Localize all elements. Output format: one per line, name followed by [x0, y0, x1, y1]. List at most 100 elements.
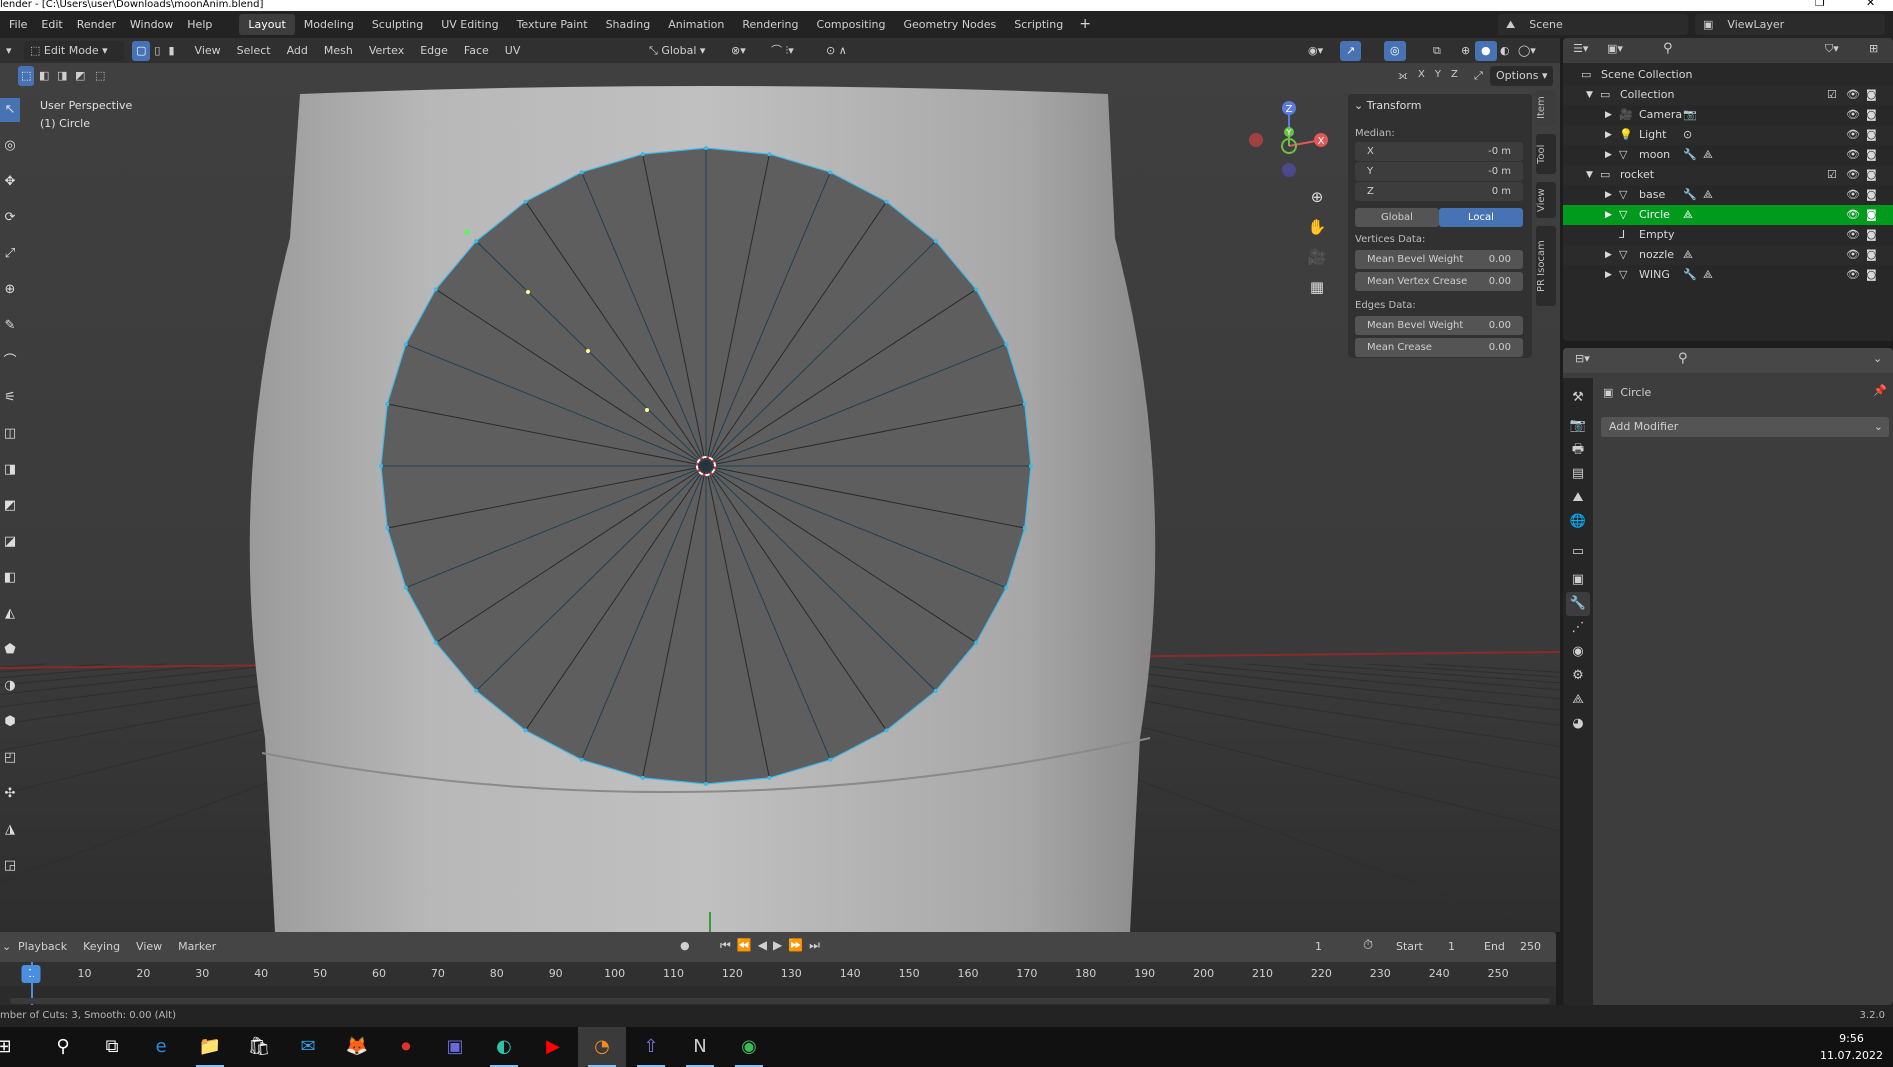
timeline-menu-marker[interactable]: Marker [178, 940, 216, 953]
tab-scripting[interactable]: Scripting [1005, 14, 1072, 35]
timeline-menu-keying[interactable]: Keying [83, 940, 120, 953]
mesh-data-icon[interactable]: ⟁ [1703, 145, 1713, 165]
tool-icon-6[interactable]: ✎ [0, 314, 20, 338]
menu-render[interactable]: Render [70, 11, 123, 38]
wireframe-shading-icon[interactable]: ⊕ [1455, 41, 1476, 61]
mesh-data-icon[interactable]: ⟁ [1683, 245, 1693, 265]
taskbar-start-icon[interactable]: ⊞ [0, 1027, 28, 1067]
outliner-row-rocket[interactable]: ▼ ▭ rocket ☑ 👁 ◙ [1563, 165, 1893, 185]
gizmo-z-label[interactable]: Z [1286, 104, 1293, 115]
properties-tab-material-icon[interactable]: ◕ [1566, 712, 1590, 736]
select-box-icon[interactable]: ⬚ [18, 66, 35, 86]
taskbar-file-explorer-icon[interactable]: 📁 [186, 1027, 234, 1067]
menu-file[interactable]: File [2, 11, 34, 38]
taskbar-recorder-icon[interactable]: ⏺ [382, 1027, 430, 1067]
render-camera-icon[interactable]: ◙ [1866, 85, 1877, 105]
tab-modeling[interactable]: Modeling [295, 14, 363, 35]
properties-tab-modifier-icon[interactable]: 🔧 [1566, 592, 1590, 616]
mirror-icon[interactable]: ⟗ [1392, 66, 1414, 86]
properties-tab-view-layer-icon[interactable]: ▤ [1566, 462, 1590, 486]
tool-icon-13[interactable]: ◧ [0, 566, 20, 590]
timeline-menu-view[interactable]: View [136, 940, 162, 953]
restore-icon[interactable]: ❐ [1815, 0, 1825, 8]
view-layer-icon[interactable]: ▣▾ [1607, 42, 1623, 55]
median-z-field[interactable]: Z 0 m [1355, 182, 1523, 201]
outliner-row-wing[interactable]: ▶ ▽ WING 🔧 ⟁ 👁 ◙ [1563, 265, 1893, 285]
properties-tab-world-icon[interactable]: 🌐 [1566, 510, 1590, 534]
view-layer-selector[interactable]: ▣ ViewLayer [1695, 14, 1885, 35]
wrench-icon[interactable]: 🔧 [1683, 265, 1697, 285]
orientation-selector[interactable]: ⤡ Global ▾ [643, 41, 711, 61]
sidebar-tab-item[interactable]: Item [1536, 90, 1556, 126]
taskbar-store-icon[interactable]: 🛍 [235, 1027, 283, 1067]
menu-help[interactable]: Help [180, 11, 219, 38]
tool-icon-4[interactable]: ⤢ [0, 242, 20, 266]
mirror-axis-y[interactable]: Y [1435, 69, 1441, 80]
snap-icon[interactable]: ⌒ ⫶▾ [765, 41, 800, 61]
eye-icon[interactable]: 👁 [1846, 265, 1860, 285]
filter-icon[interactable]: ⛉▾ [1825, 42, 1839, 56]
properties-tab-object-icon[interactable]: ▣ [1566, 568, 1590, 592]
expand-arrow-icon[interactable]: ▶ [1605, 185, 1612, 205]
global-button[interactable]: Global [1355, 208, 1439, 227]
render-camera-icon[interactable]: ◙ [1866, 185, 1877, 205]
options-dropdown[interactable]: Options ▾ [1490, 66, 1554, 86]
add-workspace-button[interactable]: + [1072, 11, 1098, 38]
eye-icon[interactable]: 👁 [1846, 205, 1860, 225]
render-camera-icon[interactable]: ◙ [1866, 165, 1877, 185]
menu-edge[interactable]: Edge [412, 41, 456, 61]
sidebar-tab-pr-isocam[interactable]: PR Isocam [1536, 226, 1556, 306]
tab-geometry-nodes[interactable]: Geometry Nodes [894, 14, 1005, 35]
tool-icon-7[interactable]: ⌒ [0, 350, 20, 374]
properties-tab-tool-icon[interactable]: ⚒ [1566, 386, 1590, 410]
select-invert-icon[interactable]: ◩ [72, 66, 88, 86]
tool-icon-2[interactable]: ✥ [0, 170, 20, 194]
mesh-data-icon[interactable]: ⟁ [1703, 265, 1713, 285]
menu-select[interactable]: Select [229, 41, 279, 61]
eye-icon[interactable]: 👁 [1846, 105, 1860, 125]
outliner-row-moon[interactable]: ▶ ▽ moon 🔧 ⟁ 👁 ◙ [1563, 145, 1893, 165]
taskbar-edge-icon[interactable]: ◐ [480, 1027, 528, 1067]
expand-arrow-icon[interactable]: ▶ [1605, 245, 1612, 265]
tool-icon-14[interactable]: ◭ [0, 602, 20, 626]
menu-window[interactable]: Window [123, 11, 180, 38]
taskbar-mail-icon[interactable]: ✉ [284, 1027, 332, 1067]
taskbar-notion-icon[interactable]: N [676, 1027, 724, 1067]
wrench-icon[interactable]: 🔧 [1683, 185, 1697, 205]
tool-icon-20[interactable]: ◮ [0, 818, 20, 842]
tool-icon-19[interactable]: ✣ [0, 782, 20, 806]
properties-tab-particles-icon[interactable]: ⋰ [1566, 616, 1590, 640]
xray-icon[interactable]: ⧉ [1427, 41, 1447, 61]
pan-hand-icon[interactable]: ✋ [1304, 212, 1330, 242]
stopwatch-icon[interactable]: ⏱ [1363, 938, 1373, 953]
tool-icon-0[interactable]: ↖ [0, 98, 20, 122]
start-frame-field[interactable]: 1 [1448, 940, 1455, 953]
properties-tab-physics-icon[interactable]: ◉ [1566, 640, 1590, 664]
rendered-shading-icon[interactable]: ◯▾ [1512, 41, 1542, 61]
transform-section-header[interactable]: ⌄ Transform [1354, 99, 1421, 112]
tool-icon-8[interactable]: ⚟ [0, 386, 20, 410]
render-camera-icon[interactable]: ◙ [1866, 105, 1877, 125]
properties-tab-data-icon[interactable]: ⟁ [1566, 688, 1590, 712]
tool-icon-16[interactable]: ◑ [0, 674, 20, 698]
checkbox-icon[interactable]: ☑ [1827, 85, 1837, 105]
render-camera-icon[interactable]: ◙ [1866, 125, 1877, 145]
eye-icon[interactable]: 👁 [1846, 145, 1860, 165]
gizmo-x-label[interactable]: X [1318, 136, 1325, 147]
sidebar-tab-view[interactable]: View [1536, 182, 1556, 218]
expand-arrow-icon[interactable]: ▶ [1605, 205, 1612, 225]
properties-tab-constraints-icon[interactable]: ⚙ [1566, 664, 1590, 688]
expand-arrow-icon[interactable]: ▶ [1605, 125, 1612, 145]
pin-icon[interactable]: 📌 [1873, 384, 1887, 397]
timeline-ruler[interactable]: 1102030405060708090100110120130140150160… [0, 962, 1556, 986]
properties-tab-output-icon[interactable]: 🖶 [1566, 438, 1590, 462]
mesh-data-icon[interactable]: ⟁ [1703, 185, 1713, 205]
camera-data-icon[interactable]: 📷 [1683, 105, 1697, 125]
median-x-field[interactable]: X -0 m [1355, 142, 1523, 161]
outliner-row-collection[interactable]: ▼ ▭ Collection ☑ 👁 ◙ [1563, 85, 1893, 105]
search-icon[interactable]: ⚲ [1663, 41, 1673, 56]
eye-icon[interactable]: 👁 [1846, 125, 1860, 145]
vertex-select-button[interactable]: ▢ [132, 40, 151, 61]
vertex-mean-vertex-crease-field[interactable]: Mean Vertex Crease 0.00 [1355, 272, 1523, 291]
light-data-icon[interactable]: ⊙ [1683, 125, 1692, 145]
